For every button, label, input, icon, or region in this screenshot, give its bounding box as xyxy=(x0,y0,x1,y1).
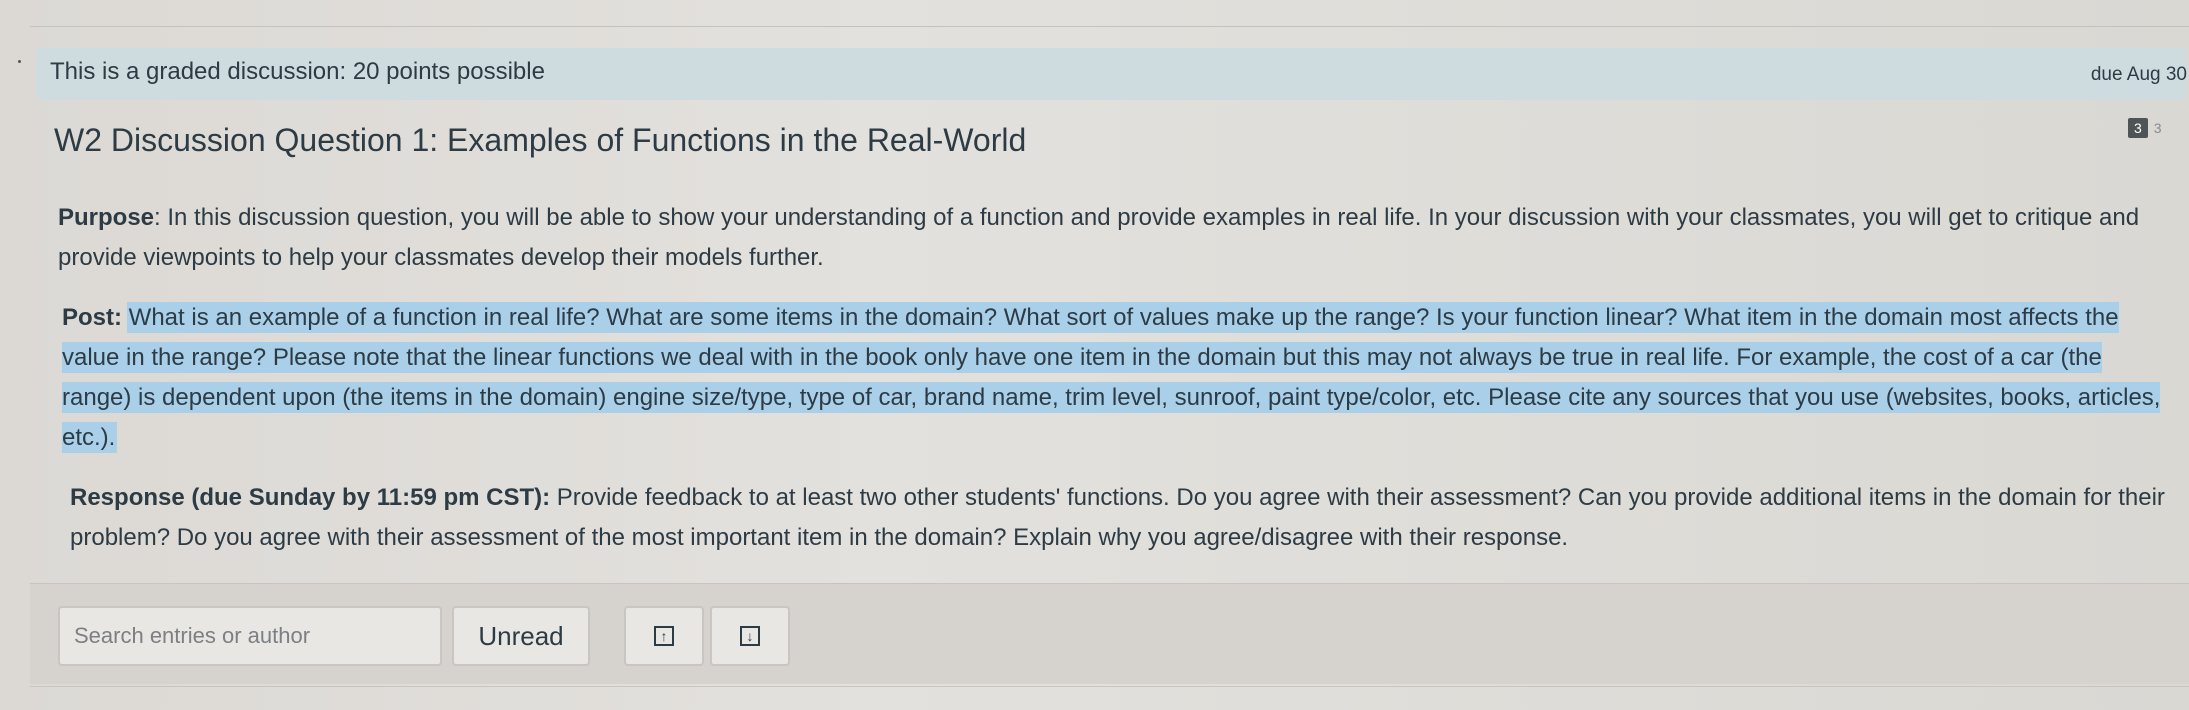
purpose-label: Purpose xyxy=(58,204,155,231)
graded-banner-text: This is a graded discussion: 20 points p… xyxy=(50,58,545,85)
bottom-divider xyxy=(30,686,2189,687)
search-input[interactable] xyxy=(58,606,442,666)
purpose-text: : In this discussion question, you will … xyxy=(58,204,2140,271)
arrow-up-box-icon: ↑ xyxy=(654,626,674,646)
unread-filter-button[interactable]: Unread xyxy=(452,606,590,666)
total-count-badge: 3 xyxy=(2153,120,2162,136)
top-divider xyxy=(30,26,2189,27)
discussion-page: This is a graded discussion: 20 points p… xyxy=(0,0,2189,710)
post-text-selected: What is an example of a function in real… xyxy=(62,304,2161,451)
purpose-paragraph: Purpose: In this discussion question, yo… xyxy=(58,198,2158,278)
arrow-down-box-icon: ↓ xyxy=(740,626,760,646)
reply-count-badges: 3 3 xyxy=(2128,118,2162,138)
post-label: Post: xyxy=(62,304,122,331)
unread-count-badge: 3 xyxy=(2128,118,2148,138)
response-label: Response (due Sunday by 11:59 pm CST): xyxy=(70,484,551,511)
expand-threads-button[interactable]: ↑ xyxy=(624,606,704,666)
bullet-dot xyxy=(18,60,21,63)
page-title: W2 Discussion Question 1: Examples of Fu… xyxy=(54,122,1027,158)
due-date: due Aug 30 xyxy=(2090,64,2187,85)
response-paragraph: Response (due Sunday by 11:59 pm CST): P… xyxy=(70,478,2170,558)
collapse-threads-button[interactable]: ↓ xyxy=(710,606,790,666)
post-paragraph: Post: What is an example of a function i… xyxy=(62,298,2162,458)
